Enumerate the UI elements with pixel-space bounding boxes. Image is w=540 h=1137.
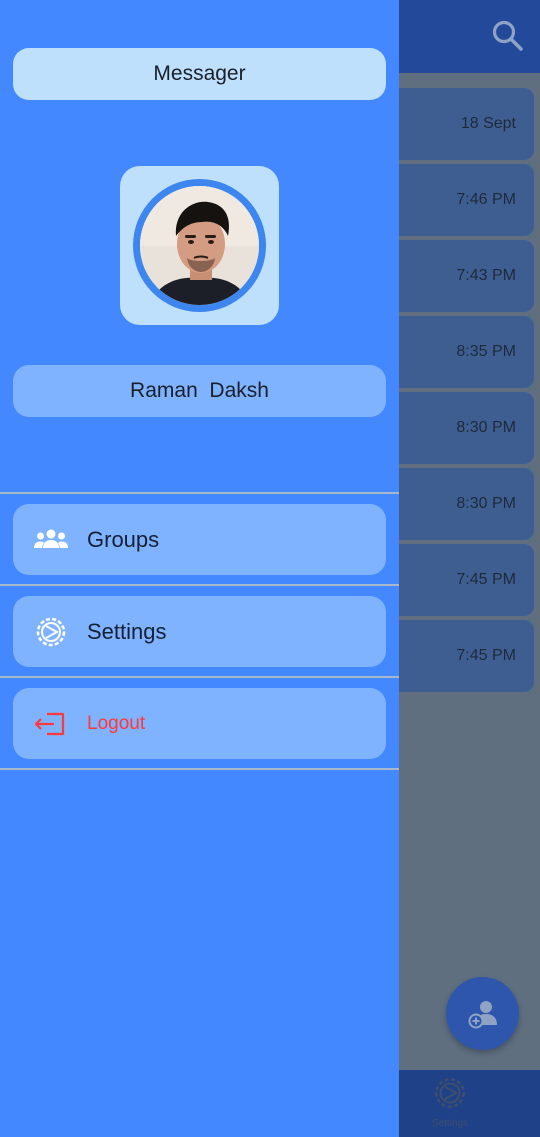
menu-item-label: Groups [87, 527, 160, 552]
add-person-icon [468, 1000, 497, 1028]
chat-card[interactable]: 7:46 PM [380, 164, 534, 236]
groups-icon [34, 529, 68, 548]
menu-item-groups[interactable]: Groups [13, 504, 386, 575]
divider [0, 768, 399, 770]
add-contact-button[interactable] [446, 977, 519, 1050]
chat-time: 8:30 PM [456, 419, 516, 436]
settings-icon [435, 1078, 465, 1108]
chat-time: 7:45 PM [456, 571, 516, 588]
menu-item-label: Settings [87, 619, 167, 644]
chat-time: 8:30 PM [456, 495, 516, 512]
divider [0, 492, 399, 494]
chat-time: 7:45 PM [456, 647, 516, 664]
menu-item-settings[interactable]: Settings [13, 596, 386, 667]
bottom-nav-settings[interactable]: Settings [420, 1074, 480, 1134]
divider [0, 676, 399, 678]
chat-card[interactable]: 8:30 PM [380, 392, 534, 464]
chat-time: 8:35 PM [456, 343, 516, 360]
settings-icon [36, 617, 66, 647]
avatar-ring [133, 179, 266, 312]
chat-time: 18 Sept [460, 115, 516, 132]
avatar [140, 186, 259, 305]
bottom-nav-label: Settings [431, 1118, 469, 1129]
divider [0, 584, 399, 586]
app-title: Messager [13, 48, 386, 100]
chat-time: 7:46 PM [456, 191, 516, 208]
logout-icon [34, 712, 65, 736]
profile-avatar-card[interactable] [120, 166, 279, 325]
chat-card[interactable]: 8:35 PM [380, 316, 534, 388]
chat-card[interactable]: 7:43 PM [380, 240, 534, 312]
chat-card[interactable]: 7:45 PM [380, 544, 534, 616]
chat-card[interactable]: 18 Sept [380, 88, 534, 160]
search-button[interactable] [490, 18, 526, 54]
chat-time: 7:43 PM [456, 267, 516, 284]
navigation-drawer: Messager Raman Daksh Groups Settings Log… [0, 0, 399, 1137]
chat-card[interactable]: 8:30 PM [380, 468, 534, 540]
user-name: Raman Daksh [13, 365, 386, 417]
chat-card[interactable]: 7:45 PM [380, 620, 534, 692]
menu-item-label: Logout [87, 713, 146, 734]
menu-item-logout[interactable]: Logout [13, 688, 386, 759]
search-icon [492, 20, 523, 51]
